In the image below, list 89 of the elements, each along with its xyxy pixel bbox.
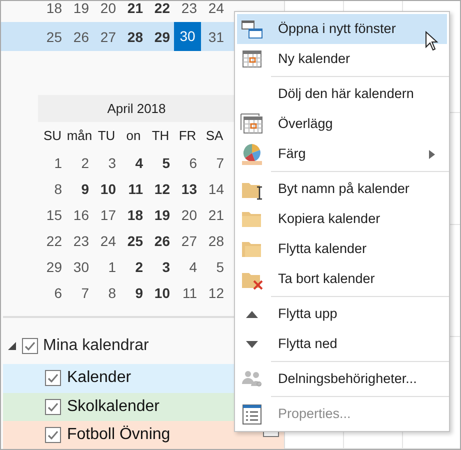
calendar-day[interactable]: 29 xyxy=(147,24,174,50)
calendar-label: Fotboll Övning xyxy=(67,424,170,445)
calendar-day[interactable]: 5 xyxy=(147,150,174,176)
calendar-day[interactable]: 24 xyxy=(201,1,228,20)
calendar-day[interactable]: 22 xyxy=(39,228,66,254)
month-title: April 2018 xyxy=(38,95,235,122)
calendar-label: Skolkalender xyxy=(67,396,160,417)
calendar-day[interactable]: 23 xyxy=(66,228,93,254)
menu-item[interactable]: Kopiera kalender xyxy=(237,204,447,234)
calendar-day[interactable]: 25 xyxy=(39,24,66,50)
weekday-label: SU xyxy=(42,127,63,146)
calendar-day[interactable]: 7 xyxy=(66,280,93,306)
down-triangle-icon xyxy=(246,340,258,348)
calendar-day[interactable]: 23 xyxy=(174,1,201,20)
color-wheel-icon xyxy=(240,142,264,166)
checkbox[interactable] xyxy=(45,426,61,443)
calendar-day[interactable]: 24 xyxy=(93,228,120,254)
group-label: Mina kalendrar xyxy=(43,336,149,356)
calendar-day[interactable]: 19 xyxy=(66,1,93,20)
list-icon xyxy=(240,402,264,426)
calendar-day[interactable]: 28 xyxy=(120,24,147,50)
calendar-day[interactable]: 30 xyxy=(174,22,201,51)
calendar-day[interactable]: 9 xyxy=(66,176,93,202)
mouse-cursor-icon xyxy=(425,31,439,51)
calendar-day[interactable]: 3 xyxy=(93,150,120,176)
weekday-label: SA xyxy=(204,127,224,146)
calendar-day[interactable]: 9 xyxy=(120,280,147,306)
calendar-day[interactable]: 6 xyxy=(39,280,66,306)
menu-item[interactable]: Dölj den här kalendern xyxy=(237,79,447,109)
calendar-day[interactable]: 31 xyxy=(201,24,228,50)
calendar-day[interactable]: 7 xyxy=(201,150,228,176)
menu-item[interactable]: Byt namn på kalender xyxy=(237,174,447,204)
calendar-day[interactable]: 19 xyxy=(147,202,174,228)
checkbox[interactable] xyxy=(45,370,61,386)
menu-item[interactable]: Överlägg xyxy=(237,109,447,139)
calendar-day[interactable]: 27 xyxy=(174,228,201,254)
calendar-day[interactable]: 25 xyxy=(120,228,147,254)
calendar-day[interactable]: 3 xyxy=(147,254,174,280)
calendar-day[interactable]: 10 xyxy=(147,280,174,306)
calendar-day[interactable]: 17 xyxy=(93,202,120,228)
calendar-day[interactable]: 10 xyxy=(93,176,120,202)
weekday-label: FR xyxy=(178,127,198,146)
calendar-day[interactable]: 22 xyxy=(147,1,174,20)
calendar-day[interactable]: 2 xyxy=(120,254,147,280)
checkbox[interactable] xyxy=(22,338,38,354)
weekday-label: mån xyxy=(66,127,93,146)
calendar-day[interactable]: 21 xyxy=(120,1,147,20)
calendar-day[interactable]: 4 xyxy=(174,254,201,280)
calendar-day[interactable]: 8 xyxy=(93,280,120,306)
menu-item[interactable]: Flytta upp xyxy=(237,299,447,329)
calendar-day[interactable]: 14 xyxy=(201,176,228,202)
calendar-day[interactable]: 26 xyxy=(66,24,93,50)
calendar-day[interactable]: 29 xyxy=(39,254,66,280)
calendar-day[interactable]: 18 xyxy=(120,202,147,228)
calendar-day[interactable]: 13 xyxy=(174,176,201,202)
calendar-stack-icon xyxy=(240,112,264,136)
menu-item[interactable]: Flytta kalender xyxy=(237,234,447,264)
menu-item[interactable]: Färg xyxy=(237,139,447,169)
menu-item[interactable]: Öppna i nytt fönster xyxy=(237,14,447,44)
calendar-day[interactable]: 4 xyxy=(120,150,147,176)
calendar-day[interactable]: 1 xyxy=(93,254,120,280)
calendar-day[interactable]: 8 xyxy=(39,176,66,202)
checkbox[interactable] xyxy=(45,398,61,415)
calendar-day[interactable]: 27 xyxy=(93,24,120,50)
calendar-label: Kalender xyxy=(67,368,132,388)
calendar-day[interactable]: 12 xyxy=(201,280,228,306)
calendar-day[interactable]: 30 xyxy=(66,254,93,280)
calendar-day[interactable]: 16 xyxy=(66,202,93,228)
weekday-label: on xyxy=(125,127,142,146)
calendar-day[interactable]: 2 xyxy=(66,150,93,176)
weekday-label: TU xyxy=(96,127,116,146)
expand-triangle-icon[interactable] xyxy=(7,341,17,352)
weekday-label: TH xyxy=(150,127,170,146)
calendar-day[interactable]: 1 xyxy=(39,150,66,176)
up-triangle-icon xyxy=(246,310,258,318)
menu-item[interactable]: Ta bort kalender xyxy=(237,264,447,294)
menu-item[interactable]: Flytta ned xyxy=(237,329,447,359)
calendar-day[interactable]: 12 xyxy=(147,176,174,202)
calendar-day[interactable]: 28 xyxy=(201,228,228,254)
calendar-day[interactable]: 5 xyxy=(201,254,228,280)
calendar-day[interactable]: 20 xyxy=(174,202,201,228)
calendar-day[interactable]: 11 xyxy=(120,176,147,202)
calendar-day[interactable]: 11 xyxy=(174,280,201,306)
calendar-day[interactable]: 21 xyxy=(201,202,228,228)
calendar-day[interactable]: 6 xyxy=(174,150,201,176)
calendar-day[interactable]: 18 xyxy=(39,1,66,20)
calendar-day[interactable]: 20 xyxy=(93,1,120,20)
calendar-day[interactable]: 15 xyxy=(39,202,66,228)
calendar-day[interactable]: 26 xyxy=(147,228,174,254)
